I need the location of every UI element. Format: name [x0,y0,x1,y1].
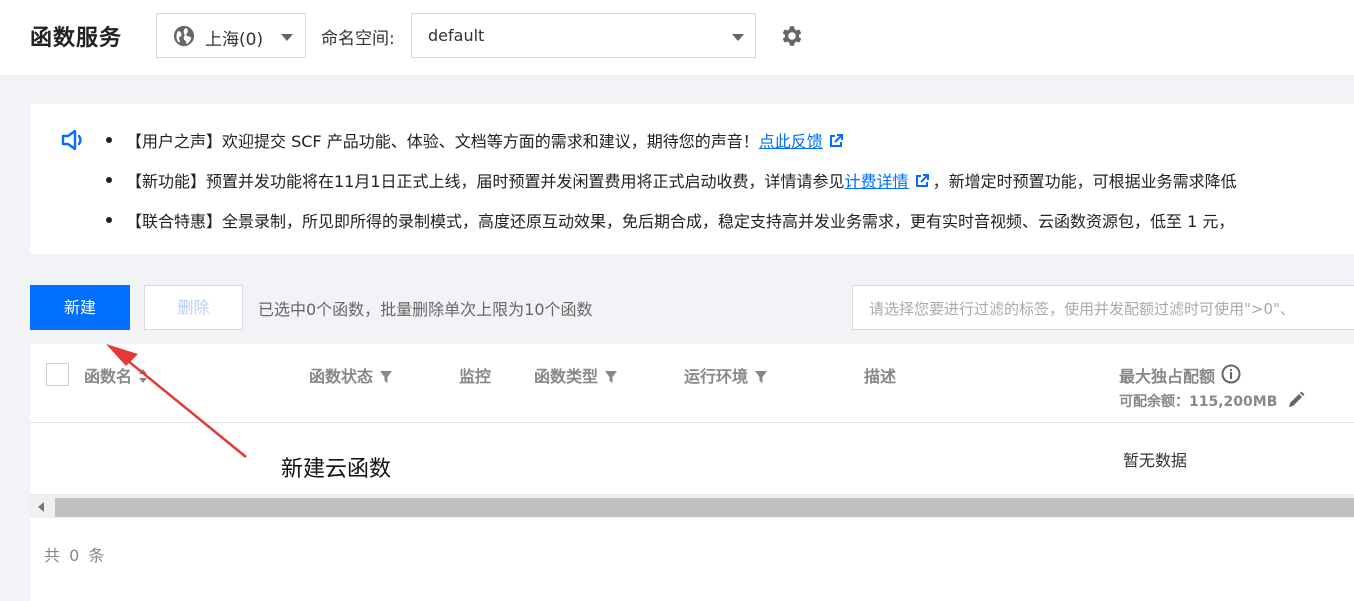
globe-icon [173,25,195,47]
region-select[interactable]: 上海(0) [156,13,306,58]
announcement-panel: 【用户之声】欢迎提交 SCF 产品功能、体验、文档等方面的需求和建议，期待您的声… [30,104,1354,254]
column-function-status[interactable]: 函数状态 [309,363,393,387]
column-description: 描述 [864,367,897,386]
select-all-checkbox[interactable] [46,363,69,386]
top-header: 函数服务 上海(0) 命名空间: default [0,0,1354,75]
function-table: 函数名 函数状态 监控 函数类型 运行环境 描述 最大独占配额 可配余额：115… [30,344,1354,601]
chevron-down-icon [732,34,744,41]
filter-icon[interactable] [379,370,393,384]
horizontal-scrollbar[interactable] [30,494,1354,518]
column-monitor: 监控 [459,367,492,386]
sort-icon[interactable] [138,368,148,384]
notice-item: 【用户之声】欢迎提交 SCF 产品功能、体验、文档等方面的需求和建议，期待您的声… [106,128,847,152]
column-runtime[interactable]: 运行环境 [684,363,768,387]
namespace-value: default [428,26,485,45]
column-function-name[interactable]: 函数名 [84,363,148,387]
billing-details-link[interactable]: 计费详情 [845,172,909,191]
filter-placeholder: 请选择您要进行过滤的标签，使用并发配额过滤时可使用">0"、 [869,300,1295,318]
info-icon[interactable] [1221,364,1241,384]
namespace-select[interactable]: default [411,13,756,58]
column-max-quota: 最大独占配额 [1119,363,1241,387]
notice-item: 【新功能】预置并发功能将在11月1日正式上线，届时预置并发闲置费用将正式启动收费… [106,168,1237,192]
gear-icon[interactable] [778,23,804,49]
empty-state: 暂无数据 [1123,451,1188,470]
table-header: 函数名 函数状态 监控 函数类型 运行环境 描述 最大独占配额 可配余额：115… [30,344,1354,423]
filter-icon[interactable] [604,370,618,384]
feedback-link[interactable]: 点此反馈 [759,132,823,151]
region-value: 上海(0) [205,30,264,50]
namespace-label: 命名空间: [321,29,395,49]
delete-button[interactable]: 删除 [144,285,243,330]
chevron-down-icon [281,34,293,41]
filter-icon[interactable] [754,370,768,384]
external-link-icon[interactable] [915,174,929,188]
scroll-left-icon[interactable] [38,502,44,512]
edit-icon[interactable] [1287,391,1305,409]
quota-balance: 可配余额：115,200MB [1119,391,1305,411]
tag-filter-input[interactable]: 请选择您要进行过滤的标签，使用并发配额过滤时可使用">0"、 [852,285,1354,330]
external-link-icon[interactable] [829,134,843,148]
page-title: 函数服务 [30,26,123,51]
notice-item: 【联合特惠】全景录制，所见即所得的录制模式，高度还原互动效果，免后期合成，稳定支… [106,208,1234,232]
total-count: 共 0 条 [44,546,107,565]
new-function-button[interactable]: 新建 [30,285,130,330]
column-function-type[interactable]: 函数类型 [534,363,618,387]
annotation-label: 新建云函数 [281,457,392,482]
speaker-icon [61,129,82,151]
selection-info: 已选中0个函数，批量删除单次上限为10个函数 [258,300,593,319]
scrollbar-thumb[interactable] [55,498,1354,517]
